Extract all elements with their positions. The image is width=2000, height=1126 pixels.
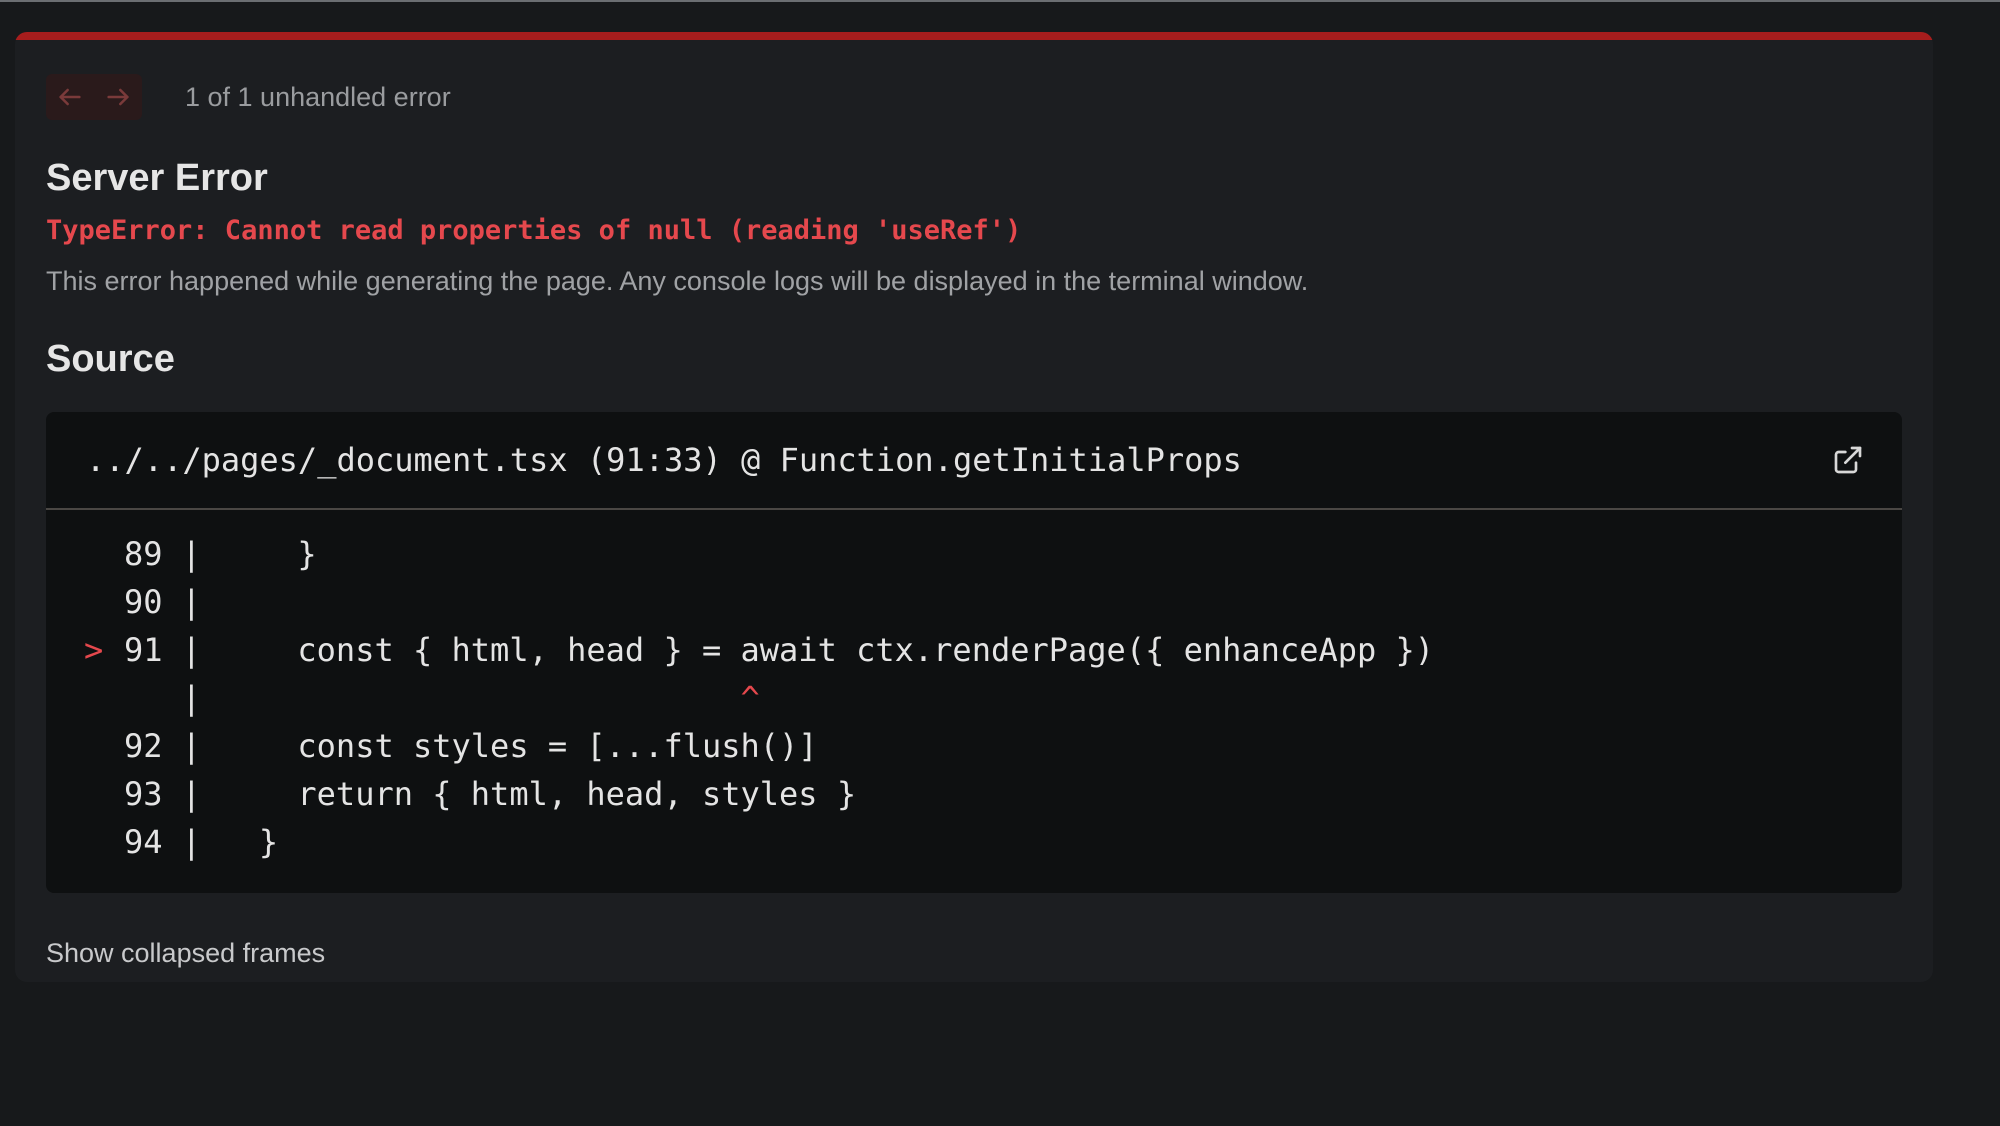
show-collapsed-frames-button[interactable]: Show collapsed frames bbox=[46, 936, 325, 970]
source-file-link[interactable]: ../../pages/_document.tsx (91:33) @ Func… bbox=[86, 440, 1242, 480]
source-heading: Source bbox=[46, 338, 175, 380]
code-lines: 89 | } 90 | >91 | const { html, head } =… bbox=[46, 510, 1902, 866]
code-line: 94 | } bbox=[124, 823, 279, 861]
window-top-border bbox=[0, 0, 2000, 2]
code-line: 93 | return { html, head, styles } bbox=[124, 775, 857, 813]
error-line-marker: > bbox=[84, 631, 104, 669]
external-link-icon[interactable] bbox=[1832, 444, 1864, 476]
error-accent-bar bbox=[15, 32, 1933, 40]
error-column-caret: ^ bbox=[740, 679, 760, 717]
page-title: Server Error bbox=[46, 157, 268, 199]
code-line-caret: | ^ bbox=[124, 679, 760, 717]
arrow-right-icon bbox=[107, 88, 129, 106]
error-pagination bbox=[46, 74, 142, 120]
code-frame-header: ../../pages/_document.tsx (91:33) @ Func… bbox=[46, 412, 1902, 510]
arrow-left-icon bbox=[59, 88, 81, 106]
error-overlay-dialog: 1 of 1 unhandled error Server Error Type… bbox=[15, 32, 1933, 982]
previous-error-button[interactable] bbox=[46, 74, 94, 120]
code-line: 92 | const styles = [...flush()] bbox=[124, 727, 818, 765]
source-code-frame: ../../pages/_document.tsx (91:33) @ Func… bbox=[46, 412, 1902, 893]
code-line: 90 | bbox=[124, 583, 202, 621]
code-line: 89 | } bbox=[124, 535, 317, 573]
code-line-highlighted: >91 | const { html, head } = await ctx.r… bbox=[46, 626, 1902, 674]
error-count-text: 1 of 1 unhandled error bbox=[185, 82, 451, 112]
error-message: TypeError: Cannot read properties of nul… bbox=[46, 215, 1022, 246]
error-description: This error happened while generating the… bbox=[46, 266, 1309, 296]
next-error-button[interactable] bbox=[94, 74, 142, 120]
